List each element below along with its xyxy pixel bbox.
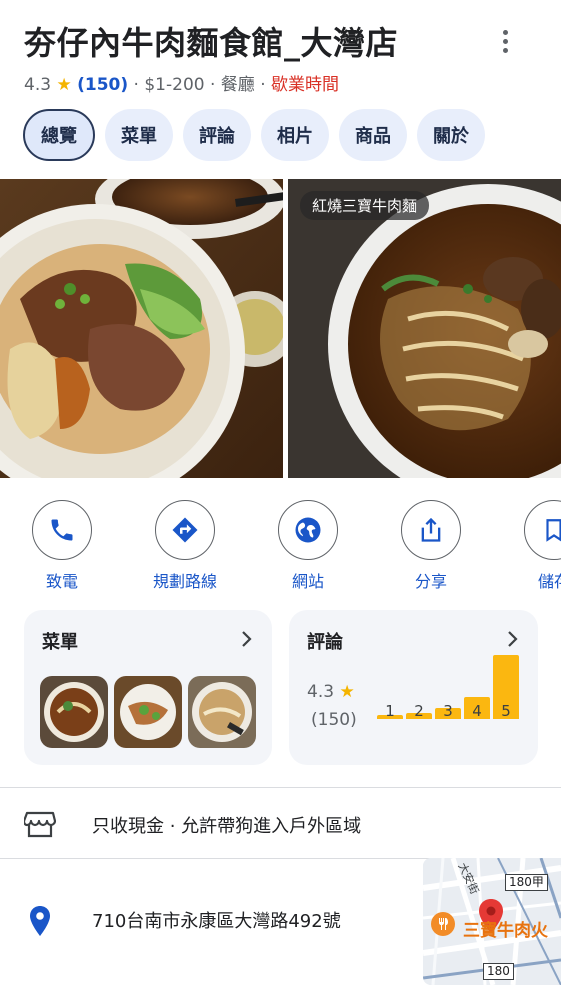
tab-photos[interactable]: 相片 <box>261 109 329 161</box>
photo-braised-beef-noodle-image <box>288 179 561 478</box>
globe-icon <box>278 500 338 560</box>
chevron-right-icon <box>242 631 252 647</box>
map-place-label: 三寶牛肉火 <box>463 921 548 941</box>
restaurant-icon <box>431 912 455 936</box>
call-button[interactable]: 致電 <box>12 500 112 592</box>
directions-button[interactable]: 規劃路線 <box>135 500 235 592</box>
more-options-icon[interactable] <box>494 26 516 56</box>
storefront-icon <box>24 811 56 838</box>
location-pin-icon <box>30 906 50 936</box>
rating-distribution: 1 2 3 4 5 <box>373 655 523 757</box>
hours-status[interactable]: 歇業時間 <box>271 75 339 95</box>
separator: · <box>133 75 139 95</box>
save-button[interactable]: 儲存 <box>504 500 561 592</box>
chevron-right-icon <box>508 631 518 647</box>
rating-value: 4.3 <box>24 75 52 95</box>
tab-menu[interactable]: 菜單 <box>105 109 173 161</box>
review-count-link[interactable]: (150) <box>77 75 128 95</box>
map-route-shield: 180甲 <box>505 874 548 891</box>
place-category: 餐廳 <box>220 75 255 95</box>
rating-bar-label: 1 <box>385 702 395 720</box>
place-title: 夯仔內牛肉麵食館_大灣店 <box>24 24 399 62</box>
website-label: 網站 <box>291 572 324 591</box>
features-row[interactable]: 只收現金 · 允許帶狗進入戶外區域 <box>0 788 561 858</box>
action-bar: 致電 規劃路線 網站 分享 儲存 <box>0 500 561 595</box>
menu-thumbnail[interactable] <box>40 676 108 748</box>
place-sheet: 夯仔內牛肉麵食館_大灣店 4.3 ★ (150) · $1-200 · 餐廳 ·… <box>0 0 561 1000</box>
menu-thumbnails <box>40 676 256 748</box>
share-icon <box>401 500 461 560</box>
address-text: 710台南市永康區大灣路492號 <box>92 911 341 932</box>
save-label: 儲存 <box>537 572 561 591</box>
tab-products[interactable]: 商品 <box>339 109 407 161</box>
rating-bar-label: 4 <box>472 702 482 720</box>
menu-thumbnail[interactable] <box>188 676 256 748</box>
reviews-rating-value: 4.3 <box>307 682 335 702</box>
photo-braised-beef-noodle[interactable] <box>288 179 561 478</box>
bookmark-icon <box>524 500 561 560</box>
tab-overview[interactable]: 總覽 <box>23 109 95 161</box>
rating-bar-label: 5 <box>501 702 511 720</box>
website-button[interactable]: 網站 <box>258 500 358 592</box>
phone-icon <box>32 500 92 560</box>
features-text: 只收現金 · 允許帶狗進入戶外區域 <box>92 816 362 837</box>
call-label: 致電 <box>45 572 78 591</box>
reviews-card-title: 評論 <box>307 632 343 653</box>
photo-beef-noodle-bowl[interactable] <box>0 179 283 478</box>
directions-icon <box>155 500 215 560</box>
menu-thumbnail[interactable] <box>114 676 182 748</box>
reviews-card[interactable]: 評論 4.3 ★ (150) 1 2 3 4 5 <box>289 610 538 765</box>
rating-bar-label: 2 <box>414 702 424 720</box>
tab-bar: 總覽 菜單 評論 相片 商品 關於 <box>23 109 485 161</box>
place-meta: 4.3 ★ (150) · $1-200 · 餐廳 · 歇業時間 <box>24 70 339 95</box>
tab-about[interactable]: 關於 <box>417 109 485 161</box>
map-route-shield: 180 <box>483 963 514 980</box>
share-button[interactable]: 分享 <box>381 500 481 592</box>
star-icon: ★ <box>339 682 355 702</box>
reviews-rating: 4.3 ★ <box>307 682 355 702</box>
menu-card-title: 菜單 <box>42 632 78 653</box>
price-range: $1-200 <box>144 75 205 95</box>
directions-label: 規劃路線 <box>152 572 217 591</box>
menu-card[interactable]: 菜單 <box>24 610 272 765</box>
separator: · <box>209 75 216 95</box>
star-icon: ★ <box>56 75 72 95</box>
tab-reviews[interactable]: 評論 <box>183 109 251 161</box>
rating-bar-label: 3 <box>443 702 453 720</box>
reviews-count: (150) <box>311 710 357 730</box>
mini-map[interactable]: 大安街 180甲 180 三寶牛肉火 <box>423 858 561 985</box>
photo-caption: 紅燒三寶牛肉麵 <box>300 191 430 220</box>
share-label: 分享 <box>414 572 447 591</box>
photo-beef-noodle-bowl-image <box>0 179 283 478</box>
separator: · <box>260 75 266 95</box>
